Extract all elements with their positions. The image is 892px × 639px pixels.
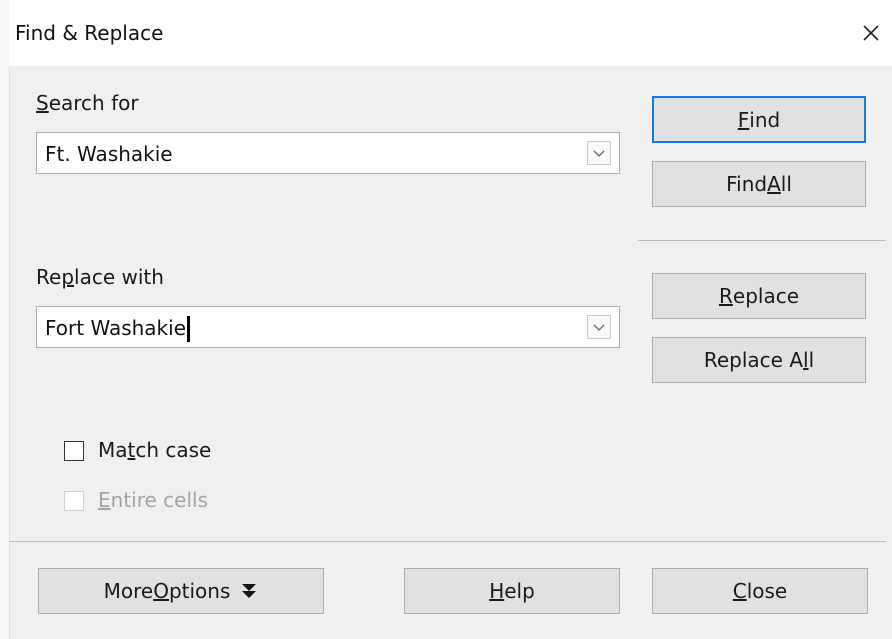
entire-cells-checkbox[interactable] [64, 491, 84, 511]
search-for-combo[interactable]: Ft. Washakie [36, 132, 620, 174]
replace-with-combo[interactable]: Fort Washakie [36, 306, 620, 348]
search-for-label: Search for [36, 91, 139, 115]
replace-button[interactable]: Replace [652, 273, 866, 319]
match-case-label[interactable]: Match case [98, 438, 211, 462]
more-options-button[interactable]: More Options [38, 568, 324, 614]
replace-with-label: Replace with [36, 265, 164, 289]
replace-with-input[interactable]: Fort Washakie [45, 315, 190, 343]
background-window-edge [0, 0, 10, 639]
footer-divider [9, 541, 886, 542]
help-button[interactable]: Help [404, 568, 620, 614]
close-icon[interactable] [853, 15, 889, 51]
replace-all-button[interactable]: Replace All [652, 337, 866, 383]
double-chevron-down-icon [240, 581, 258, 601]
search-for-input[interactable]: Ft. Washakie [45, 142, 173, 166]
dropdown-chevron-icon[interactable] [587, 315, 611, 339]
dialog-title: Find & Replace [15, 21, 164, 45]
find-all-button[interactable]: Find All [652, 161, 866, 207]
close-button[interactable]: Close [652, 568, 868, 614]
button-group-divider [638, 240, 886, 241]
text-cursor [187, 315, 190, 342]
dropdown-chevron-icon[interactable] [587, 141, 611, 165]
entire-cells-label: Entire cells [98, 488, 208, 512]
match-case-checkbox[interactable] [64, 441, 84, 461]
find-button[interactable]: Find [652, 96, 866, 143]
title-bar: Find & Replace [9, 0, 892, 66]
